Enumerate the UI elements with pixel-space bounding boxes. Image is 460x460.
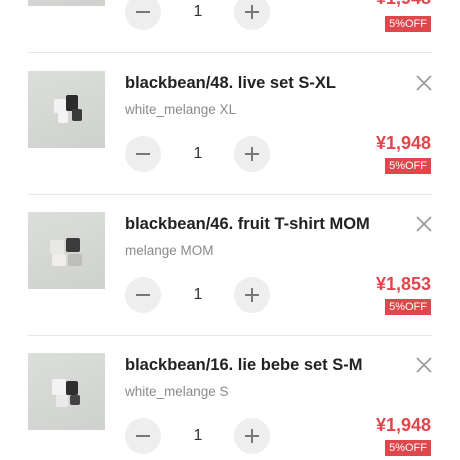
- plus-icon: [251, 429, 253, 443]
- product-variant: white_melange XL: [125, 102, 237, 117]
- increase-quantity-button[interactable]: [234, 277, 270, 313]
- remove-item-button[interactable]: [414, 355, 434, 375]
- minus-icon: [136, 153, 150, 155]
- quantity-value: 1: [193, 3, 203, 20]
- close-icon: [416, 357, 432, 373]
- decrease-quantity-button[interactable]: [125, 418, 161, 454]
- plus-icon: [251, 147, 253, 161]
- product-title[interactable]: blackbean/46. fruit T-shirt MOM: [125, 215, 370, 234]
- close-icon: [416, 216, 432, 232]
- product-variant: white_melange S: [125, 384, 229, 399]
- minus-icon: [136, 294, 150, 296]
- increase-quantity-button[interactable]: [234, 418, 270, 454]
- close-icon: [416, 75, 432, 91]
- product-thumbnail[interactable]: [28, 71, 105, 148]
- discount-badge: 5%OFF: [385, 16, 431, 32]
- decrease-quantity-button[interactable]: [125, 0, 161, 30]
- remove-item-button[interactable]: [414, 73, 434, 93]
- decrease-quantity-button[interactable]: [125, 277, 161, 313]
- quantity-value: 1: [193, 286, 203, 303]
- item-divider: [28, 194, 432, 195]
- product-thumbnail[interactable]: [28, 212, 105, 289]
- price: ¥1,948: [375, 415, 431, 435]
- quantity-value: 1: [193, 427, 203, 444]
- product-title[interactable]: blackbean/48. live set S-XL: [125, 74, 336, 93]
- remove-item-button[interactable]: [414, 214, 434, 234]
- price: ¥1,948: [375, 133, 431, 153]
- item-divider: [28, 335, 432, 336]
- minus-icon: [136, 435, 150, 437]
- discount-badge: 5%OFF: [385, 158, 431, 174]
- plus-icon: [251, 5, 253, 19]
- item-divider: [28, 52, 432, 53]
- product-thumbnail[interactable]: [28, 353, 105, 430]
- increase-quantity-button[interactable]: [234, 0, 270, 30]
- decrease-quantity-button[interactable]: [125, 136, 161, 172]
- increase-quantity-button[interactable]: [234, 136, 270, 172]
- quantity-value: 1: [193, 145, 203, 162]
- discount-badge: 5%OFF: [385, 440, 431, 456]
- minus-icon: [136, 11, 150, 13]
- product-thumbnail[interactable]: [28, 0, 105, 6]
- product-variant: melange MOM: [125, 243, 214, 258]
- discount-badge: 5%OFF: [385, 299, 431, 315]
- price: ¥1,853: [375, 274, 431, 294]
- plus-icon: [251, 288, 253, 302]
- product-title[interactable]: blackbean/16. lie bebe set S-M: [125, 356, 363, 375]
- price: ¥1,948: [376, 0, 431, 9]
